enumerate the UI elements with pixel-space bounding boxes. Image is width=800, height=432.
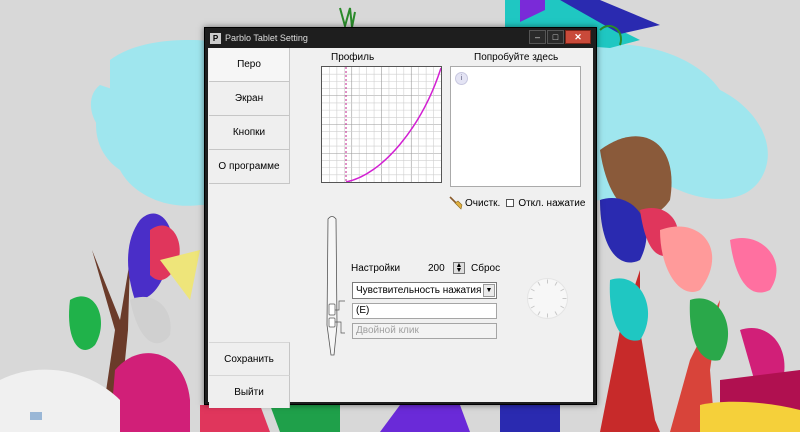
clear-button[interactable]: Очистк. [465, 198, 500, 209]
clear-row: Очистк. Откл. нажатие [449, 196, 585, 210]
nav-buttons-button[interactable]: Кнопки [209, 116, 290, 150]
maximize-button[interactable]: □ [547, 30, 564, 44]
nav-screen-button[interactable]: Экран [209, 82, 290, 116]
disable-pressure-checkbox[interactable] [506, 199, 515, 207]
sidebar-nav: Перо Экран Кнопки О программе [209, 48, 290, 184]
profile-label: Профиль [331, 52, 375, 63]
settings-label: Настройки [351, 263, 401, 274]
window-client-area: Перо Экран Кнопки О программе Сохранить … [208, 48, 593, 408]
pen-illustration [326, 216, 345, 356]
window-title: Parblo Tablet Setting [225, 33, 308, 43]
save-button[interactable]: Сохранить [209, 342, 290, 375]
pen-lower-button-icon [328, 317, 336, 328]
mode-select-value: Чувствительность нажатия [356, 285, 482, 296]
chevron-down-icon[interactable]: ▼ [483, 284, 495, 297]
pen-upper-button-icon [328, 303, 336, 316]
mode-select[interactable]: Чувствительность нажатия ▼ [352, 282, 497, 299]
spinner-icon[interactable]: ▲ ▼ [453, 262, 465, 274]
pen-button2-placeholder: Двойной клик [356, 325, 419, 336]
app-icon: P [210, 32, 221, 44]
pressure-profile-graph[interactable] [321, 66, 442, 183]
pen-button1-field[interactable]: (E) [352, 303, 497, 319]
pen-cursor-icon: i [455, 72, 468, 85]
broom-icon[interactable] [449, 196, 463, 210]
rotation-dial[interactable] [526, 277, 569, 320]
title-bar[interactable]: P Parblo Tablet Setting – □ ✕ [205, 28, 596, 48]
minimize-button[interactable]: – [529, 30, 546, 44]
reset-button[interactable]: Сброс [471, 263, 500, 274]
tablet-settings-window: P Parblo Tablet Setting – □ ✕ Перо Экран… [204, 27, 597, 408]
nav-about-button[interactable]: О программе [209, 150, 290, 184]
pen-button2-field[interactable]: Двойной клик [352, 323, 497, 339]
close-button[interactable]: ✕ [565, 30, 591, 44]
try-here-label: Попробуйте здесь [474, 52, 559, 63]
try-here-canvas[interactable]: i [450, 66, 581, 187]
exit-button[interactable]: Выйти [209, 375, 290, 408]
settings-row: Настройки 200 ▲ ▼ Сброс [351, 262, 501, 279]
pen-button1-value: (E) [356, 305, 370, 316]
disable-pressure-label: Откл. нажатие [518, 197, 586, 209]
nav-pen-button[interactable]: Перо [209, 48, 290, 82]
settings-value: 200 [428, 263, 445, 274]
